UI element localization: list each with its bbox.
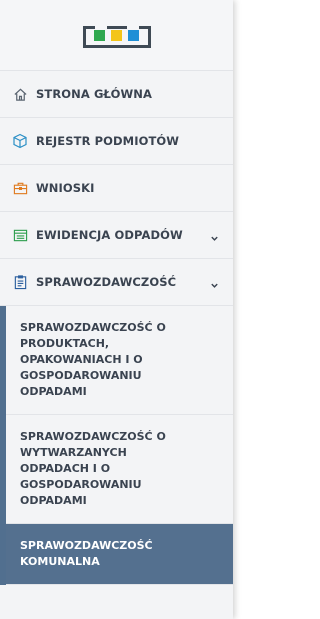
nav-item-reporting[interactable]: SPRAWOZDAWCZOŚĆ <box>0 259 233 306</box>
submenu-label-line: SPRAWOZDAWCZOŚĆ <box>20 539 153 552</box>
logo-square-yellow <box>110 30 122 41</box>
submenu-label-line: PRODUKTACH, <box>20 337 110 350</box>
nav-label: SPRAWOZDAWCZOŚĆ <box>36 275 177 289</box>
submenu-label-line: KOMUNALNA <box>20 555 100 568</box>
clipboard-icon <box>12 274 28 290</box>
submenu-item-generated-waste[interactable]: SPRAWOZDAWCZOŚĆ O WYTWARZANYCH ODPADACH … <box>6 415 233 524</box>
submenu-label-line: OPAKOWANIACH I O <box>20 353 143 366</box>
bdo-logo[interactable] <box>0 0 233 71</box>
submenu-label-line: ODPADAMI <box>20 494 87 507</box>
logo-square-blue <box>128 30 140 41</box>
cube-icon <box>12 133 28 149</box>
submenu-label-line: ODPADAMI <box>20 385 87 398</box>
submenu-label-line: ODPADACH I O <box>20 462 111 475</box>
document-list-icon <box>12 227 28 243</box>
submenu-label-line: GOSPODAROWANIU <box>20 369 142 382</box>
nav-label: STRONA GŁÓWNA <box>36 87 152 101</box>
chevron-down-icon[interactable] <box>210 228 219 247</box>
sidebar: STRONA GŁÓWNA REJESTR PODMIOTÓW WNIOSKI … <box>0 0 233 619</box>
nav-item-applications[interactable]: WNIOSKI <box>0 165 233 212</box>
nav-item-home[interactable]: STRONA GŁÓWNA <box>0 71 233 118</box>
logo-square-green <box>93 30 105 41</box>
briefcase-icon <box>12 180 28 196</box>
submenu-label-line: SPRAWOZDAWCZOŚĆ O <box>20 430 166 443</box>
submenu-label-line: SPRAWOZDAWCZOŚĆ O <box>20 321 166 334</box>
nav-label: REJESTR PODMIOTÓW <box>36 134 180 148</box>
reporting-submenu: SPRAWOZDAWCZOŚĆ O PRODUKTACH, OPAKOWANIA… <box>0 306 233 585</box>
nav-label: EWIDENCJA ODPADÓW <box>36 228 183 242</box>
submenu-item-municipal[interactable]: SPRAWOZDAWCZOŚĆ KOMUNALNA <box>6 524 233 585</box>
submenu-label-line: WYTWARZANYCH <box>20 446 127 459</box>
logo-mark <box>82 26 151 48</box>
submenu-item-products-packaging[interactable]: SPRAWOZDAWCZOŚĆ O PRODUKTACH, OPAKOWANIA… <box>6 306 233 415</box>
nav-label: WNIOSKI <box>36 181 95 195</box>
submenu-label-line: GOSPODAROWANIU <box>20 478 142 491</box>
home-icon <box>12 86 28 102</box>
nav-item-registry[interactable]: REJESTR PODMIOTÓW <box>0 118 233 165</box>
chevron-down-icon[interactable] <box>210 275 219 294</box>
nav-item-waste-records[interactable]: EWIDENCJA ODPADÓW <box>0 212 233 259</box>
